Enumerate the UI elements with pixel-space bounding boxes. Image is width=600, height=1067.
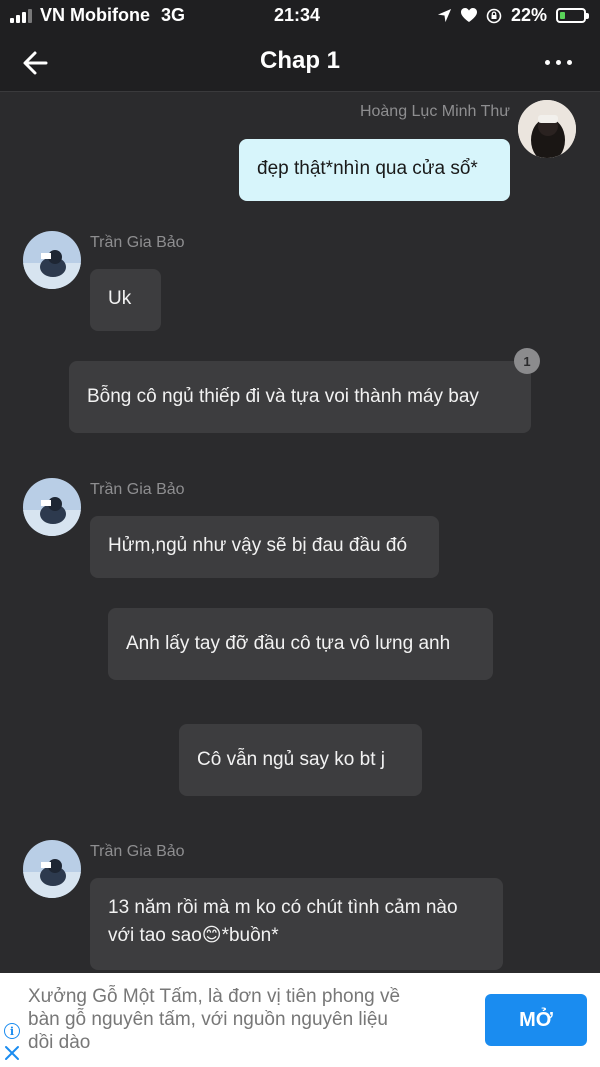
ad-banner[interactable]: i Xưởng Gỗ Một Tấm, là đơn vị tiên phong… <box>0 973 600 1067</box>
close-icon[interactable] <box>4 1045 20 1061</box>
narration-bubble[interactable]: Bỗng cô ngủ thiếp đi và tựa voi thành má… <box>69 361 531 433</box>
sender-name: Trần Gia Bảo <box>90 234 185 251</box>
ad-text-line: bàn gỗ nguyên tấm, với nguồn nguyên liệu <box>28 1009 388 1030</box>
message-bubble[interactable]: Hửm,ngủ như vậy sẽ bị đau đầu đó <box>90 516 439 578</box>
sender-name: Trần Gia Bảo <box>90 481 185 498</box>
avatar[interactable] <box>518 100 576 158</box>
message-bubble[interactable]: Uk <box>90 269 161 331</box>
narration-bubble[interactable]: Anh lấy tay đỡ đầu cô tựa vô lưng anh <box>108 608 493 680</box>
sender-name: Trần Gia Bảo <box>90 843 185 860</box>
network-type: 3G <box>161 5 186 25</box>
arrow-left-icon <box>23 51 48 75</box>
count-badge: 1 <box>514 348 540 374</box>
avatar[interactable] <box>23 478 81 536</box>
battery-charging-icon <box>556 8 589 23</box>
back-button[interactable] <box>18 45 54 81</box>
more-options-button[interactable] <box>540 47 576 77</box>
ad-text-line: Xưởng Gỗ Một Tấm, là đơn vị tiên phong v… <box>28 986 401 1007</box>
status-bar: VN Mobifone 3G 21:34 22% <box>0 0 600 32</box>
more-dots-icon <box>544 59 550 65</box>
info-icon[interactable]: i <box>4 1023 20 1039</box>
battery-percent: 22% <box>510 5 547 25</box>
page-title: Chap 1 <box>259 47 340 74</box>
ad-open-button[interactable]: MỞ <box>485 994 587 1046</box>
sender-name: Hoàng Lục Minh Thư <box>359 103 510 120</box>
status-time: 21:34 <box>274 5 321 25</box>
heart-icon <box>460 8 477 22</box>
avatar[interactable] <box>23 231 81 289</box>
chat-header: Chap 1 <box>0 32 600 92</box>
carrier-label: VN Mobifone 3G <box>40 5 185 26</box>
signal-icon <box>10 9 32 23</box>
status-right: 22% <box>437 5 589 26</box>
ad-text[interactable]: Xưởng Gỗ Một Tấm, là đơn vị tiên phong v… <box>28 985 468 1054</box>
location-arrow-icon <box>437 8 452 23</box>
message-bubble[interactable]: đẹp thật*nhìn qua cửa sổ* <box>239 139 510 201</box>
carrier-name: VN Mobifone <box>40 5 150 25</box>
chat-thread[interactable]: Hoàng Lục Minh Thư đẹp thật*nhìn qua cửa… <box>0 93 600 973</box>
avatar[interactable] <box>23 840 81 898</box>
message-line: với tao sao😊*buồn* <box>108 925 279 946</box>
ad-text-line: dồi dào <box>28 1032 91 1053</box>
orientation-lock-icon <box>486 8 502 23</box>
message-bubble[interactable]: 13 năm rồi mà m ko có chút tình cảm nào … <box>90 878 503 970</box>
narration-bubble[interactable]: Cô vẫn ngủ say ko bt j <box>179 724 422 796</box>
message-line: 13 năm rồi mà m ko có chút tình cảm nào <box>108 897 458 918</box>
